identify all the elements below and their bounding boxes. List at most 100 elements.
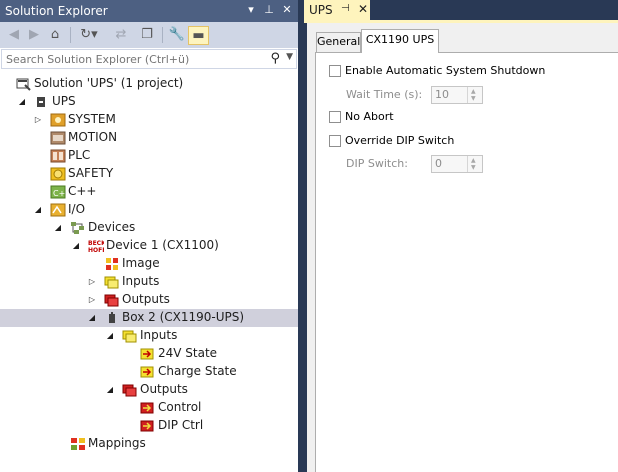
expand-arrow-icon[interactable]: ▷ [33,115,43,125]
pin-icon[interactable]: ⊥ [262,3,276,17]
collapse-all-icon[interactable]: ❐ [138,25,156,45]
expand-arrow-icon[interactable]: ▷ [87,277,97,287]
back-icon[interactable]: ◀ [6,25,22,45]
tree-item-label: Box 2 (CX1190-UPS) [122,310,245,324]
override-dip-checkbox[interactable] [329,135,341,147]
enable-shutdown-checkbox[interactable] [329,65,341,77]
collapse-arrow-icon[interactable]: ◢ [87,313,97,323]
dip-switch-stepper[interactable]: 0 ▲ ▼ [431,155,483,173]
inputs-icon [122,329,138,343]
outputs-icon [104,293,120,307]
tree-item[interactable]: C+ C++ [0,183,298,201]
tree-item-label: Outputs [122,292,170,306]
home-icon[interactable]: ⌂ [46,25,64,45]
tree-item[interactable]: ▷ SYSTEM [0,111,298,129]
tree-item[interactable]: Image [0,255,298,273]
document-tab-label: UPS [309,3,333,17]
pin-icon[interactable]: ⊣ [341,3,350,14]
document-tab-ups[interactable]: UPS ⊣ ✕ [304,0,370,20]
system-icon [50,113,66,127]
tree-item[interactable]: ◢ Devices [0,219,298,237]
svg-text:BECK: BECK [88,240,104,247]
outputs-icon [122,383,138,397]
tree-item[interactable]: ◢ UPS [0,93,298,111]
search-input[interactable] [2,50,266,68]
tree-item-label: UPS [52,94,76,108]
expand-arrow-icon[interactable]: ▷ [87,295,97,305]
tree-item[interactable]: ◢ Inputs [0,327,298,345]
tree-item-label: 24V State [158,346,218,360]
tree-item[interactable]: ▷ Inputs [0,273,298,291]
dip-switch-spin-arrows[interactable]: ▲ ▼ [467,156,482,172]
tree-item[interactable]: MOTION [0,129,298,147]
close-icon[interactable]: ✕ [280,3,294,17]
cx1190-ups-panel: Enable Automatic System Shutdown Wait Ti… [315,52,618,472]
collapse-arrow-icon[interactable]: ◢ [105,385,115,395]
tree-item[interactable]: ◢ Outputs [0,381,298,399]
tab-general[interactable]: General [316,32,361,52]
solution-explorer-toolbar: ◀ ▶ ⌂ ↻▾ ⇄ ❐ 🔧 ▬ [0,22,298,48]
tree-item[interactable]: Charge State [0,363,298,381]
tree-item-label: PLC [68,148,91,162]
tree-item[interactable]: SAFETY [0,165,298,183]
devices-icon [70,221,86,235]
enable-shutdown-label: Enable Automatic System Shutdown [345,64,546,77]
tree-item-label: Mappings [88,436,146,450]
solution-explorer-panel: Solution Explorer ▾ ⊥ ✕ ◀ ▶ ⌂ ↻▾ ⇄ ❐ 🔧 ▬… [0,0,298,472]
tree-item-label: Image [122,256,160,270]
svg-text:C+: C+ [53,189,65,198]
solution-icon [16,77,32,91]
svg-text:HOFF: HOFF [88,247,104,253]
collapse-arrow-icon[interactable]: ◢ [17,97,27,107]
dropdown-icon[interactable]: ▾ [244,3,258,17]
tree-item-label: MOTION [68,130,118,144]
tree-item[interactable]: Mappings [0,435,298,453]
solution-explorer-title-bar: Solution Explorer ▾ ⊥ ✕ [0,0,298,22]
tree-item[interactable]: DIP Ctrl [0,417,298,435]
box-icon [104,311,120,325]
forward-icon[interactable]: ▶ [26,25,42,45]
preview-selected-icon[interactable]: ▬ [188,26,209,45]
tree-item[interactable]: ◢ Box 2 (CX1190-UPS) [0,309,298,327]
panel-splitter[interactable] [298,0,304,472]
search-options-dropdown-icon[interactable]: ▼ [286,52,293,62]
tree-item-label: DIP Ctrl [158,418,204,432]
collapse-arrow-icon[interactable]: ◢ [53,223,63,233]
tree-item[interactable]: ◢ I/O [0,201,298,219]
tree-item-label: Control [158,400,202,414]
tree-item[interactable]: Solution 'UPS' (1 project) [0,75,298,93]
plc-icon [50,149,66,163]
tree-item-label: Charge State [158,364,237,378]
collapse-arrow-icon[interactable]: ◢ [71,241,81,251]
tab-cx1190-ups[interactable]: CX1190 UPS [361,29,439,53]
close-icon[interactable]: ✕ [358,2,368,16]
sync-history-icon[interactable]: ↻▾ [78,25,100,45]
tree-item-label: SAFETY [68,166,114,180]
tree-item-label: Inputs [140,328,178,342]
tree-item[interactable]: 24V State [0,345,298,363]
wait-time-value: 10 [435,88,449,101]
refresh-icon[interactable]: ⇄ [112,25,130,45]
tree-item-label: Device 1 (CX1100) [106,238,219,252]
override-dip-label: Override DIP Switch [345,134,455,147]
properties-wrench-icon[interactable]: 🔧 [168,25,186,45]
collapse-arrow-icon[interactable]: ◢ [33,205,43,215]
search-icon[interactable]: ⚲ [270,51,280,66]
tree-item[interactable]: ◢ BECKHOFFDevice 1 (CX1100) [0,237,298,255]
tree-item[interactable]: Control [0,399,298,417]
input-var-icon [140,365,156,379]
input-var-icon [140,347,156,361]
tree-item-label: Inputs [122,274,160,288]
tree-item-label: I/O [68,202,86,216]
io-icon [50,203,66,217]
collapse-arrow-icon[interactable]: ◢ [105,331,115,341]
output-var-icon [140,401,156,415]
wait-time-stepper[interactable]: 10 ▲ ▼ [431,86,483,104]
ups-editor: General CX1190 UPS Enable Automatic Syst… [307,23,618,472]
tree-item[interactable]: ▷ Outputs [0,291,298,309]
no-abort-checkbox[interactable] [329,111,341,123]
tree-item[interactable]: PLC [0,147,298,165]
output-var-icon [140,419,156,433]
beckhoff-device-icon: BECKHOFF [88,239,106,254]
wait-time-spin-arrows[interactable]: ▲ ▼ [467,87,482,103]
